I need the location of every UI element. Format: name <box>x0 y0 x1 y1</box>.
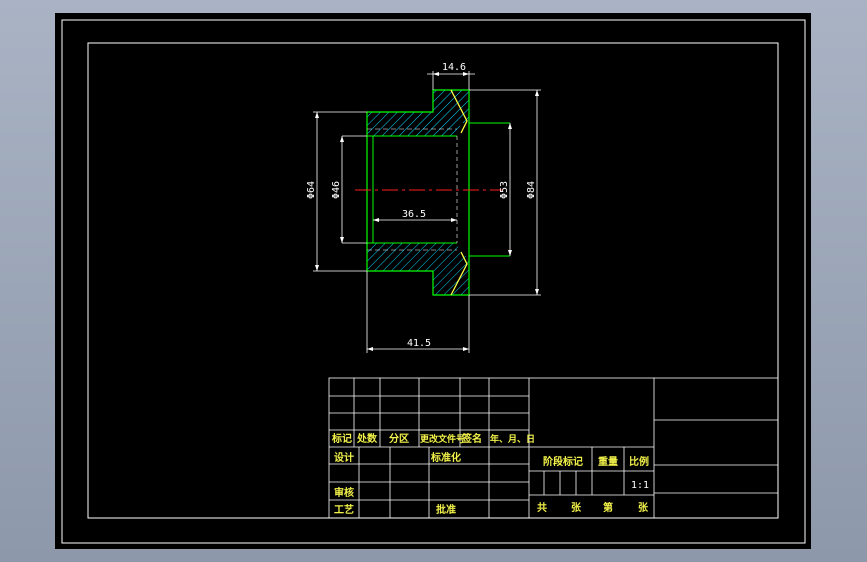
tb-chushu: 处数 <box>356 432 378 445</box>
cad-viewport[interactable]: 14.6 41.5 36.5 Φ64 Φ46 Φ53 Φ84 标记 处数 分区 … <box>55 13 811 549</box>
tb-shenhe: 审核 <box>334 486 354 499</box>
tb-gengai: 更改文件号 <box>420 433 465 445</box>
tb-zhang1: 张 <box>571 501 582 514</box>
tb-bili: 比例 <box>629 455 649 468</box>
tb-biaoji: 标记 <box>331 432 352 445</box>
tb-pizhun: 批准 <box>436 503 456 516</box>
dim-phi64: Φ64 <box>306 181 317 199</box>
tb-nianyueri: 年、月、日 <box>490 433 535 445</box>
tb-zhang2: 张 <box>638 501 649 514</box>
tb-gong: 共 <box>537 501 547 514</box>
tb-zhongliang: 重量 <box>598 455 618 468</box>
tb-fenqu: 分区 <box>389 432 409 445</box>
lower-section-hatch <box>367 243 469 295</box>
dim-phi53: Φ53 <box>499 181 510 199</box>
drawing-canvas: 14.6 41.5 36.5 Φ64 Φ46 Φ53 Φ84 标记 处数 分区 … <box>61 19 806 544</box>
title-block <box>328 377 779 519</box>
tb-scale-value: 1:1 <box>631 480 649 491</box>
dim-41-5: 41.5 <box>407 338 431 349</box>
dim-36-5: 36.5 <box>402 209 426 220</box>
tb-biaozhunhua: 标准化 <box>430 451 461 464</box>
tb-qianming: 签名 <box>461 432 482 445</box>
part-section-view <box>355 89 510 296</box>
tb-di: 第 <box>603 501 613 514</box>
dim-14-6: 14.6 <box>442 62 466 73</box>
tb-jieduan: 阶段标记 <box>543 455 583 468</box>
dim-phi84: Φ84 <box>526 181 537 199</box>
dim-phi46: Φ46 <box>331 181 342 199</box>
tb-sheji: 设计 <box>334 451 354 464</box>
tb-gongyi: 工艺 <box>334 503 354 516</box>
